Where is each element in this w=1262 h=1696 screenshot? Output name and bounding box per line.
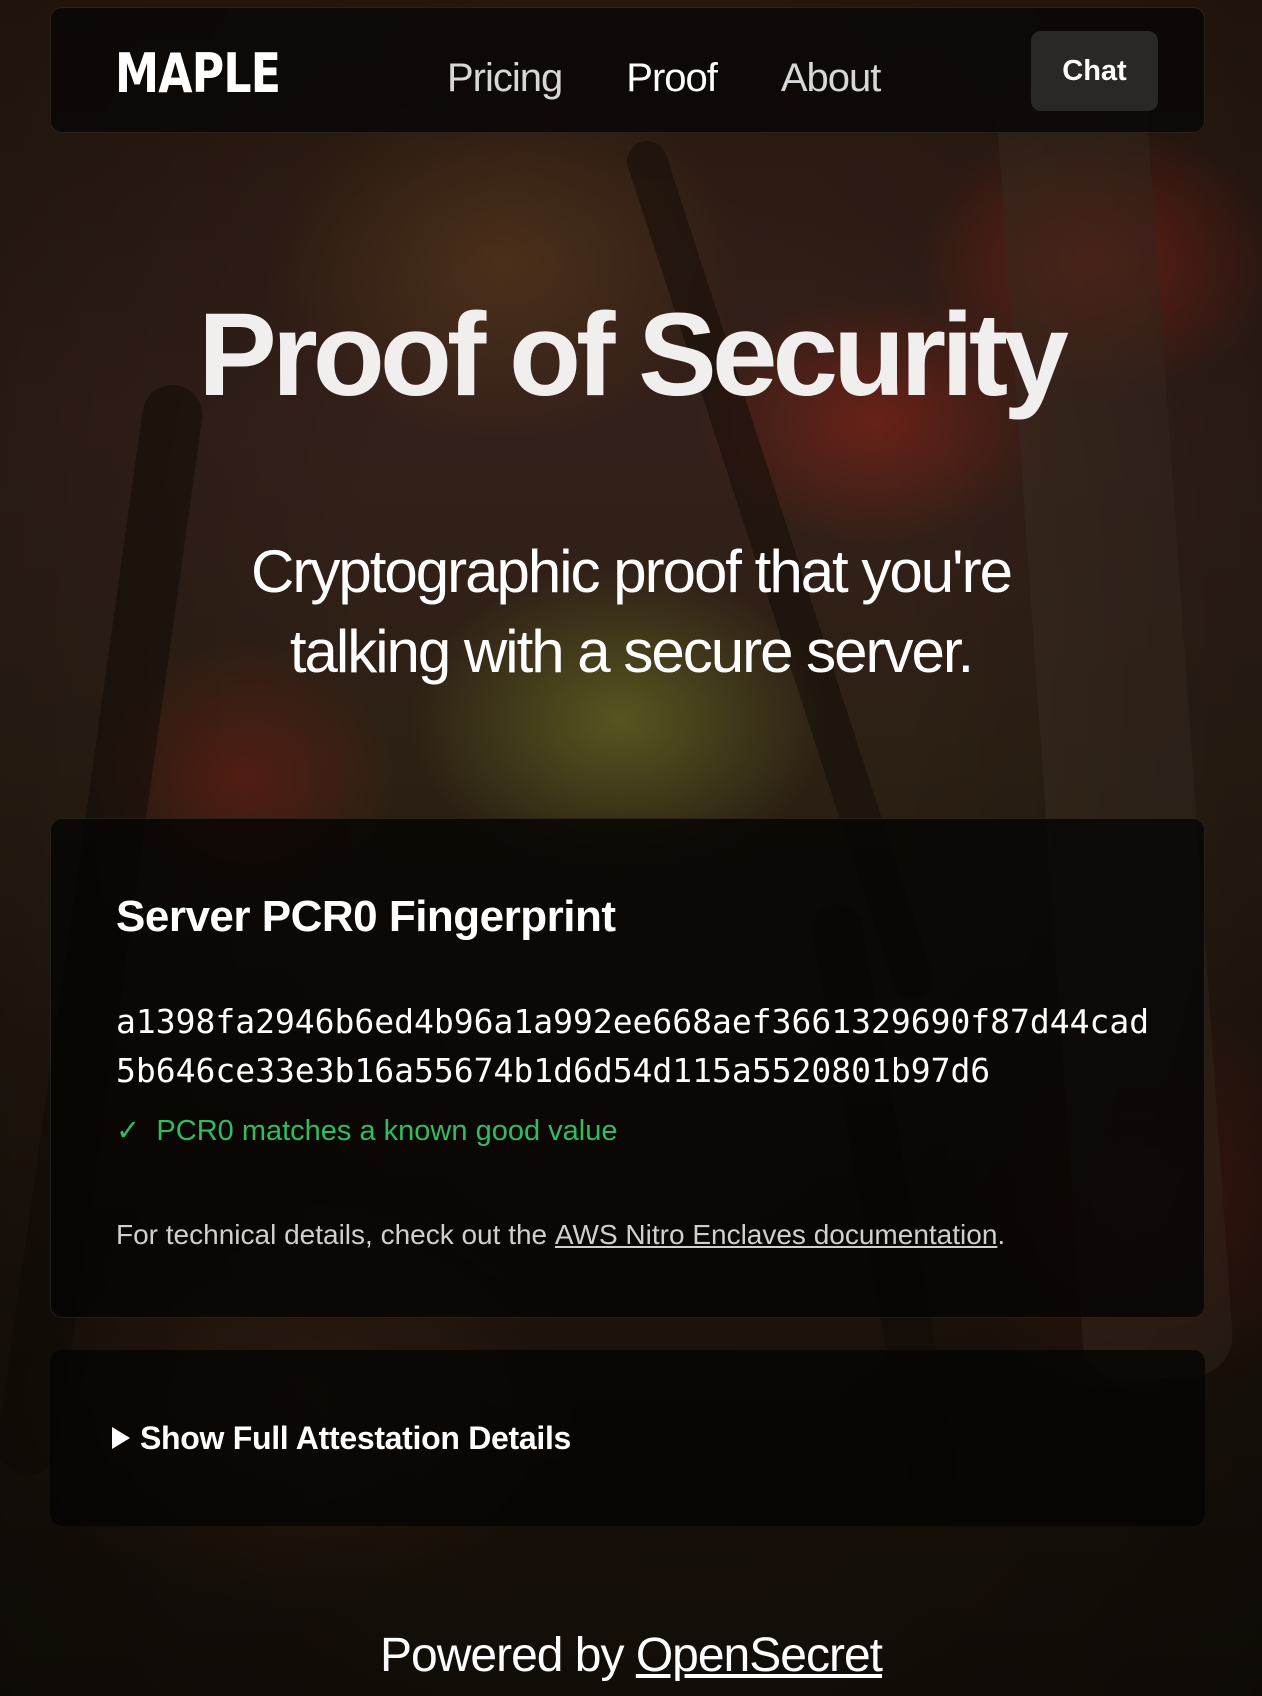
attestation-card: Show Full Attestation Details	[50, 1350, 1205, 1526]
nav-link-pricing[interactable]: Pricing	[447, 50, 563, 106]
page-subtitle: Cryptographic proof that you're talking …	[251, 538, 1013, 685]
opensecret-link[interactable]: OpenSecret	[636, 1629, 883, 1682]
top-navbar: MAPLE Pricing Proof About Chat	[50, 7, 1205, 133]
maple-logo[interactable]: MAPLE	[115, 42, 281, 106]
show-attestation-toggle[interactable]: Show Full Attestation Details	[112, 1416, 571, 1460]
fingerprint-card: Server PCR0 Fingerprint a1398fa2946b6ed4…	[50, 818, 1205, 1318]
triangle-right-icon	[112, 1427, 130, 1449]
fingerprint-title: Server PCR0 Fingerprint	[116, 892, 616, 941]
check-icon: ✓	[116, 1115, 149, 1147]
page-title: Proof of Security	[198, 289, 1069, 421]
aws-nitro-docs-link[interactable]: AWS Nitro Enclaves documentation	[555, 1219, 998, 1250]
details-prefix: For technical details, check out the	[116, 1219, 555, 1250]
pcr0-hash: a1398fa2946b6ed4b96a1a992ee668aef3661329…	[116, 1002, 1150, 1090]
footer: Powered by OpenSecret	[0, 1626, 1262, 1686]
nav-link-about[interactable]: About	[781, 50, 882, 106]
chat-button[interactable]: Chat	[1031, 31, 1158, 111]
footer-prefix: Powered by	[380, 1629, 636, 1682]
technical-details-text: For technical details, check out the AWS…	[116, 1215, 1005, 1255]
nav-link-proof[interactable]: Proof	[626, 50, 718, 106]
attestation-toggle-label: Show Full Attestation Details	[140, 1420, 572, 1456]
details-suffix: .	[997, 1219, 1006, 1250]
pcr0-status-text: PCR0 matches a known good value	[156, 1115, 618, 1147]
main-nav: Pricing Proof About	[447, 50, 944, 106]
pcr0-status: ✓ PCR0 matches a known good value	[116, 1111, 617, 1151]
